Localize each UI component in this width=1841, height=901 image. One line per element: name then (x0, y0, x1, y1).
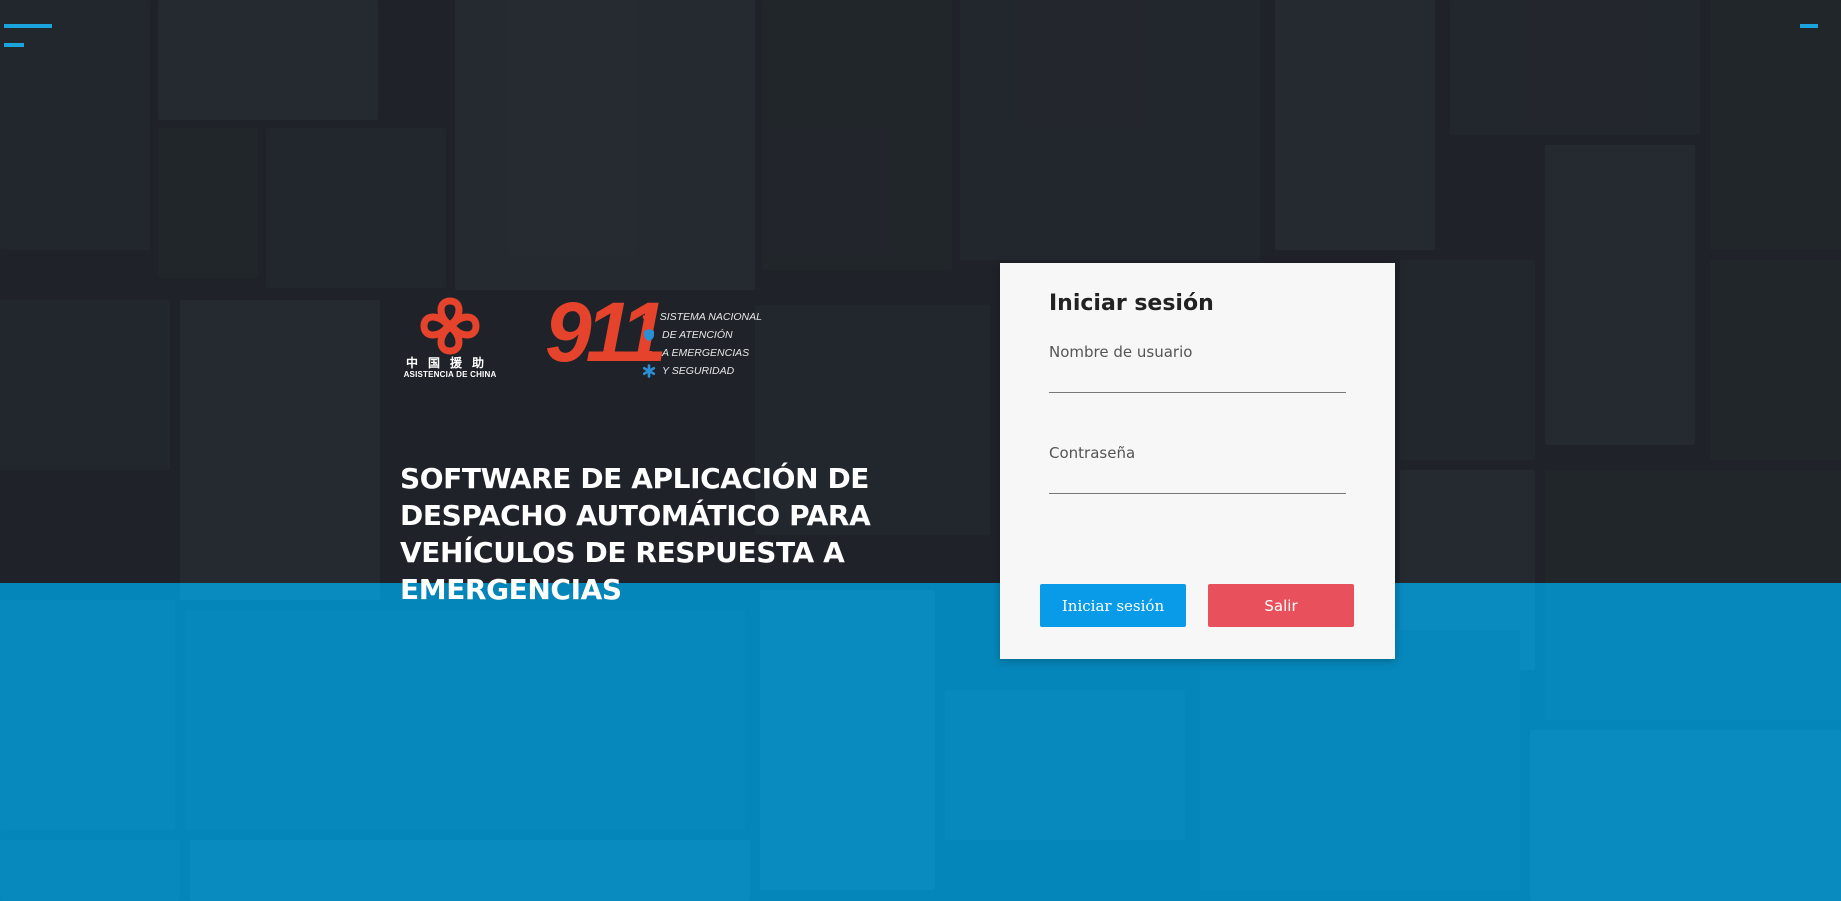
corner-accent-line (1800, 24, 1818, 28)
login-card: Iniciar sesión Nombre de usuario Contras… (1000, 263, 1395, 659)
password-input[interactable] (1049, 467, 1346, 494)
red-cross-icon (642, 311, 653, 323)
911-logo-text: SISTEMA NACIONAL DE ATENCIÓN A EMERGENCI… (642, 308, 762, 380)
911-logo-line: A EMERGENCIAS (642, 344, 762, 362)
password-label: Contraseña (1049, 444, 1136, 462)
911-logo-line-text: A EMERGENCIAS (662, 347, 750, 359)
911-logo-line: SISTEMA NACIONAL (642, 308, 762, 326)
username-label: Nombre de usuario (1049, 343, 1193, 361)
background-dark-overlay (0, 0, 1841, 583)
page-headline: SOFTWARE DE APLICACIÓN DE DESPACHO AUTOM… (400, 462, 871, 606)
fire-truck-icon (643, 351, 655, 359)
corner-accent-line (4, 24, 52, 28)
star-of-life-icon (642, 364, 656, 378)
911-logo-line: Y SEGURIDAD (642, 362, 762, 380)
china-aid-logo-chinese-text: 中国援助 (405, 356, 494, 370)
login-button[interactable]: Iniciar sesión (1040, 584, 1186, 627)
911-logo-line-text: Y SEGURIDAD (662, 365, 735, 377)
username-input[interactable] (1049, 366, 1346, 393)
911-logo-line-text: SISTEMA NACIONAL (659, 311, 762, 323)
login-title: Iniciar sesión (1049, 291, 1214, 316)
exit-button[interactable]: Salir (1208, 584, 1354, 627)
911-logo-line-text: DE ATENCIÓN (662, 329, 733, 341)
background-blue-overlay (0, 583, 1841, 901)
china-aid-logo-caption: ASISTENCIA DE CHINA (403, 370, 497, 379)
login-page: 中国援助 ASISTENCIA DE CHINA 911 SISTEMA NAC… (0, 0, 1841, 901)
corner-accent-line (4, 43, 24, 47)
shield-icon (644, 329, 654, 341)
911-logo-line: DE ATENCIÓN (642, 326, 762, 344)
